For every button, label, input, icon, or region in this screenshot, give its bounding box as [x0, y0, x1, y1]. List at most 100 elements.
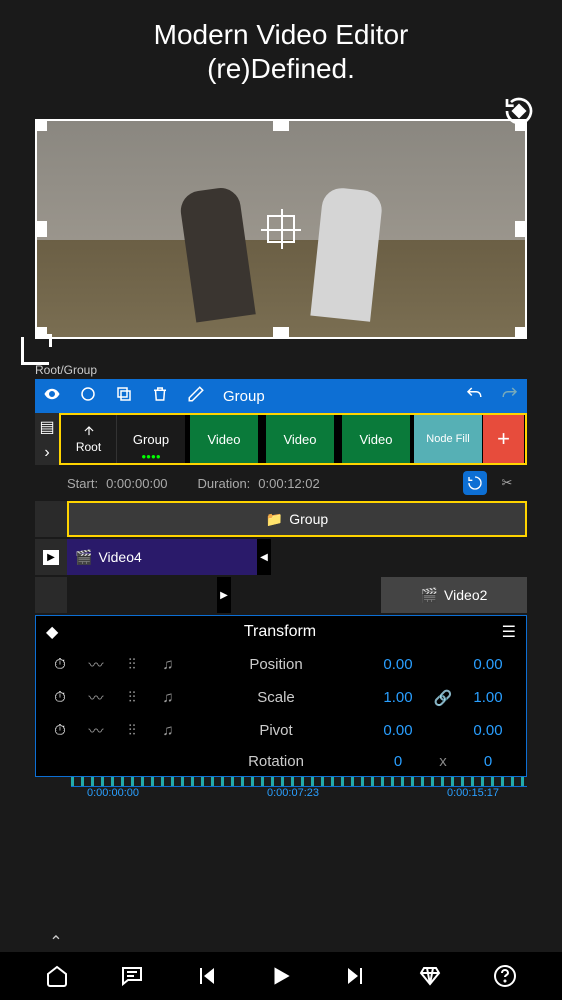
clip-video[interactable]: Video	[186, 415, 262, 463]
stopwatch-icon[interactable]: ⏱	[44, 722, 76, 739]
start-value[interactable]: 0:00:00:00	[106, 476, 167, 491]
root-button[interactable]: Root	[61, 415, 117, 463]
video-icon: 🎬	[421, 587, 438, 604]
wiggle-icon[interactable]: ⫶⫶	[116, 689, 148, 706]
video4-bar[interactable]: 🎬 Video4	[67, 539, 257, 575]
comment-icon[interactable]	[115, 959, 149, 993]
resize-handle[interactable]	[515, 221, 527, 237]
chevron-right-icon[interactable]: ›	[44, 444, 49, 462]
value-y[interactable]: 0.00	[458, 722, 518, 739]
menu-icon[interactable]: ☰	[502, 622, 516, 642]
clip-group[interactable]: Group ●●●●	[117, 415, 186, 463]
track-video2: ▶ 🎬 Video2	[35, 577, 527, 613]
resize-handle[interactable]	[35, 221, 47, 237]
track-group: 📁 Group	[35, 501, 527, 537]
diamond-icon[interactable]	[413, 959, 447, 993]
graph-icon[interactable]: 〰	[80, 654, 112, 675]
x-separator: x	[432, 753, 454, 770]
stopwatch-icon[interactable]: ⏱	[44, 689, 76, 706]
duration-label: Duration:	[198, 476, 251, 491]
headline: Modern Video Editor (re)Defined.	[0, 0, 562, 97]
clip-strip: Root Group ●●●● Video Video Video Node F…	[59, 413, 527, 465]
audio-icon[interactable]: ♫	[152, 656, 184, 673]
next-frame-icon[interactable]	[339, 959, 373, 993]
clip-node[interactable]: Node Fill	[414, 415, 483, 463]
add-clip-button[interactable]: +	[483, 415, 525, 463]
help-icon[interactable]	[488, 959, 522, 993]
audio-icon[interactable]: ♫	[152, 689, 184, 706]
resize-handle[interactable]	[515, 327, 527, 339]
wiggle-icon[interactable]: ⫶⫶	[116, 656, 148, 673]
value-y[interactable]: 0	[458, 753, 518, 770]
value-x[interactable]: 0.00	[368, 722, 428, 739]
resize-handle[interactable]	[273, 119, 289, 131]
stopwatch-icon[interactable]: ⏱	[44, 656, 76, 673]
video2-bar[interactable]: 🎬 Video2	[381, 577, 527, 613]
clip-video[interactable]: Video	[262, 415, 338, 463]
cut-icon[interactable]: ✂	[495, 471, 519, 495]
preview-frame[interactable]	[35, 119, 527, 339]
timecode: 0:00:15:17	[447, 787, 499, 799]
video-icon: 🎬	[75, 549, 92, 566]
toolbar-title: Group	[223, 388, 265, 405]
fullscreen-icon[interactable]	[21, 337, 49, 365]
preview-area[interactable]	[35, 97, 527, 355]
timecode: 0:00:07:23	[267, 787, 319, 799]
side-collapse[interactable]: ▤ ›	[35, 413, 59, 465]
trash-icon[interactable]	[151, 385, 169, 407]
duration-value[interactable]: 0:00:12:02	[258, 476, 319, 491]
play-icon[interactable]	[264, 959, 298, 993]
headline-line1: Modern Video Editor	[0, 18, 562, 52]
graph-icon[interactable]: 〰	[80, 720, 112, 741]
audio-icon[interactable]: ♫	[152, 722, 184, 739]
value-x[interactable]: 0	[368, 753, 428, 770]
reset-icon[interactable]	[463, 471, 487, 495]
start-label: Start:	[67, 476, 98, 491]
track-video4: ▶ 🎬 Video4 ◀	[35, 539, 527, 575]
transform-title: Transform	[58, 623, 501, 641]
anchor-crosshair-icon[interactable]	[267, 215, 295, 243]
home-icon[interactable]	[40, 959, 74, 993]
track-gutter[interactable]: ▶	[35, 539, 67, 575]
link-icon[interactable]: 🔗	[432, 689, 454, 707]
panel-icon[interactable]: ▤	[39, 417, 54, 437]
folder-icon: 📁	[266, 511, 283, 528]
toolbar: Group	[35, 379, 527, 413]
value-x[interactable]: 1.00	[368, 689, 428, 706]
wiggle-icon[interactable]: ⫶⫶	[116, 722, 148, 739]
undo-icon[interactable]	[465, 385, 483, 407]
resize-handle[interactable]	[273, 327, 289, 339]
edit-icon[interactable]	[187, 385, 205, 407]
circle-icon[interactable]	[79, 385, 97, 407]
group-bar[interactable]: 📁 Group	[67, 501, 527, 537]
bottom-navbar	[0, 952, 562, 1000]
prop-rotation: Rotation 0 x 0	[36, 747, 526, 776]
root-label: Root	[76, 440, 101, 454]
prop-pivot: ⏱ 〰 ⫶⫶ ♫ Pivot 0.00 0.00	[36, 714, 526, 747]
track-gutter[interactable]	[35, 501, 67, 537]
graph-icon[interactable]: 〰	[80, 687, 112, 708]
visibility-icon[interactable]	[43, 385, 61, 407]
value-y[interactable]: 0.00	[458, 656, 518, 673]
track-gutter[interactable]	[35, 577, 67, 613]
transform-panel: ◆ Transform ☰ ⏱ 〰 ⫶⫶ ♫ Position 0.00 0.0…	[35, 615, 527, 777]
prop-scale: ⏱ 〰 ⫶⫶ ♫ Scale 1.00 🔗 1.00	[36, 681, 526, 714]
resize-handle[interactable]	[35, 119, 47, 131]
breadcrumb: Root/Group	[0, 361, 562, 379]
keyframe-icon[interactable]: ◆	[46, 622, 58, 642]
chevron-up-icon[interactable]: ⌃	[44, 932, 68, 952]
transform-header: ◆ Transform ☰	[36, 616, 526, 648]
headline-line2: (re)Defined.	[0, 52, 562, 86]
copy-icon[interactable]	[115, 385, 133, 407]
value-y[interactable]: 1.00	[458, 689, 518, 706]
redo-icon[interactable]	[501, 385, 519, 407]
clip-edge-handle[interactable]: ◀	[257, 539, 271, 575]
prev-frame-icon[interactable]	[189, 959, 223, 993]
clip-video[interactable]: Video	[338, 415, 414, 463]
timeline-ruler[interactable]: 0:00:00:00 0:00:07:23 0:00:15:17	[35, 777, 527, 807]
rotate-icon[interactable]	[503, 95, 535, 127]
indicator-dots: ●●●●	[141, 452, 160, 461]
clip-info: Start: 0:00:00:00 Duration: 0:00:12:02 ✂	[35, 465, 527, 501]
value-x[interactable]: 0.00	[368, 656, 428, 673]
clip-edge-handle[interactable]: ▶	[217, 577, 231, 613]
